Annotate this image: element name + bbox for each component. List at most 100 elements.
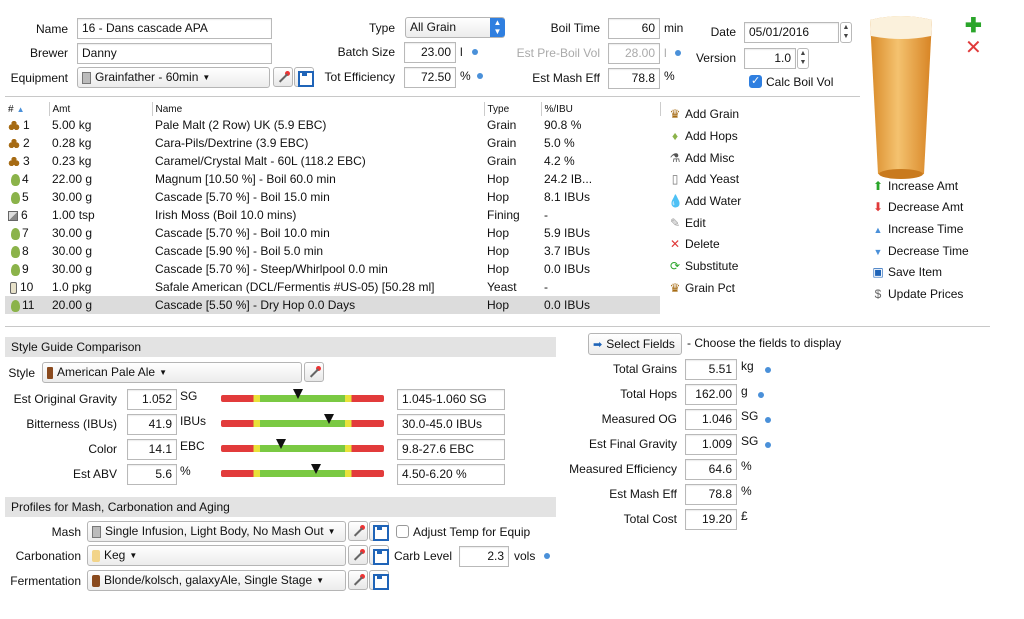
style-metric-label: Est ABV: [72, 467, 117, 481]
add-water-action[interactable]: 💧 Add Water: [668, 194, 741, 208]
row-type: Grain: [487, 136, 517, 150]
efficiency-label: Tot Efficiency: [324, 70, 395, 84]
row-name: Irish Moss (Boil 10.0 mins): [155, 208, 297, 222]
style-metric-unit: SG: [180, 389, 198, 403]
column-header-num[interactable]: # ▲: [5, 102, 50, 116]
table-row[interactable]: 1 5.00 kg Pale Malt (2 Row) UK (5.9 EBC) Gr…: [5, 116, 660, 134]
mash-eff-input[interactable]: 78.8: [608, 68, 660, 89]
carb-wand-button[interactable]: [348, 545, 368, 565]
efficiency-input[interactable]: 72.50: [404, 67, 456, 88]
carb-info-dot[interactable]: [544, 553, 550, 559]
row-num: 10: [20, 280, 34, 294]
mash-save-button[interactable]: [369, 521, 389, 541]
grain-pct-action[interactable]: ♛ Grain Pct: [668, 281, 735, 295]
carb-level-input[interactable]: 2.3: [459, 546, 509, 567]
style-range-value: 9.8-27.6 EBC: [397, 439, 505, 460]
delete-action[interactable]: ✕ Delete: [668, 237, 720, 251]
style-range-bar: [221, 470, 384, 477]
efficiency-info-dot[interactable]: [477, 73, 483, 79]
edit-action[interactable]: ✎ Edit: [668, 216, 706, 230]
version-label: Version: [695, 51, 736, 65]
style-metric-value: 14.1: [127, 439, 177, 460]
carb-level-unit: vols: [514, 549, 536, 563]
kettle-icon: [82, 71, 91, 84]
carbonation-select[interactable]: Keg ▼: [87, 545, 346, 566]
save-item-action[interactable]: ▣ Save Item: [871, 265, 942, 279]
select-fields-button[interactable]: ➡ Select Fields: [588, 333, 682, 355]
style-metric-unit: IBUs: [180, 414, 207, 428]
add-yeast-action[interactable]: ▯ Add Yeast: [668, 172, 739, 186]
triangle-down-icon: ▼: [873, 247, 883, 257]
field-value: 1.046: [685, 409, 737, 430]
style-select[interactable]: American Pale Ale ▼: [42, 362, 302, 383]
add-misc-action[interactable]: ⚗ Add Misc: [668, 151, 735, 165]
table-row[interactable]: 7 30.00 g Cascade [5.70 %] - Boil 10.0 min…: [5, 224, 660, 242]
grain-icon: [8, 155, 20, 168]
adjust-temp-checkbox[interactable]: [396, 525, 409, 538]
brewer-input[interactable]: Danny: [77, 43, 272, 64]
row-name: Cascade [5.90 %] - Boil 5.0 min: [155, 244, 324, 258]
batch-size-input[interactable]: 23.00: [404, 42, 456, 63]
equipment-select[interactable]: Grainfather - 60min ▼: [77, 67, 270, 88]
carbonation-label: Carbonation: [15, 549, 81, 563]
field-info-dot[interactable]: [758, 392, 764, 398]
row-type: Hop: [487, 172, 510, 186]
column-header-name[interactable]: Name: [152, 102, 485, 116]
date-input[interactable]: 05/01/2016: [744, 22, 839, 43]
fermentation-select[interactable]: Blonde/kolsch, galaxyAle, Single Stage ▼: [87, 570, 346, 591]
row-pct-ibu: 8.1 IBUs: [544, 190, 591, 204]
row-amount: 30.00 g: [52, 190, 93, 204]
update-prices-action[interactable]: $ Update Prices: [871, 287, 964, 301]
row-num: 7: [22, 226, 29, 240]
calc-boil-checkbox[interactable]: [749, 74, 762, 88]
table-row[interactable]: 6 1.00 tsp Irish Moss (Boil 10.0 mins) Fini…: [5, 206, 660, 224]
preboil-info-dot[interactable]: [675, 50, 681, 56]
column-header-type[interactable]: Type: [484, 102, 542, 116]
version-input[interactable]: 1.0: [744, 48, 796, 69]
boil-time-input[interactable]: 60: [608, 18, 660, 39]
table-row[interactable]: 10 1.0 pkg Safale American (DCL/Fermentis …: [5, 278, 660, 296]
version-stepper[interactable]: ▲ ▼: [797, 48, 809, 69]
substitute-action[interactable]: ⟳ Substitute: [668, 259, 738, 273]
increase-time-action[interactable]: ▲ Increase Time: [871, 222, 964, 236]
table-row[interactable]: 8 30.00 g Cascade [5.90 %] - Boil 5.0 min H…: [5, 242, 660, 260]
style-wand-button[interactable]: [304, 362, 324, 382]
field-label: Total Cost: [623, 512, 677, 526]
add-hops-action[interactable]: ♦ Add Hops: [668, 129, 738, 143]
field-info-dot[interactable]: [765, 442, 771, 448]
name-input[interactable]: 16 - Dans cascade APA: [77, 18, 272, 39]
table-row[interactable]: 4 22.00 g Magnum [10.50 %] - Boil 60.0 min…: [5, 170, 660, 188]
increase-amt-action[interactable]: ⬆ Increase Amt: [871, 179, 958, 193]
date-stepper[interactable]: ▲ ▼: [840, 22, 852, 43]
add-grain-action[interactable]: ♛ Add Grain: [668, 107, 739, 121]
table-row[interactable]: 9 30.00 g Cascade [5.70 %] - Steep/Whirlpo…: [5, 260, 660, 278]
field-value: 162.00: [685, 384, 737, 405]
table-row[interactable]: 3 0.23 kg Caramel/Crystal Malt - 60L (118.…: [5, 152, 660, 170]
ferm-save-button[interactable]: [369, 570, 389, 590]
field-label: Measured OG: [601, 412, 677, 426]
column-header-pct[interactable]: %/IBU: [541, 102, 661, 116]
mash-select[interactable]: Single Infusion, Light Body, No Mash Out…: [87, 521, 346, 542]
table-row[interactable]: 2 0.28 kg Cara-Pils/Dextrine (3.9 EBC) Grai…: [5, 134, 660, 152]
row-amount: 30.00 g: [52, 226, 93, 240]
table-row[interactable]: 11 20.00 g Cascade [5.50 %] - Dry Hop 0.0 …: [5, 296, 660, 314]
field-info-dot[interactable]: [765, 367, 771, 373]
preboil-input: 28.00: [608, 43, 660, 64]
chevron-down-icon: ▼: [202, 73, 211, 83]
style-range-bar: [221, 420, 384, 427]
delete-icon[interactable]: ✕: [965, 38, 982, 58]
ferm-wand-button[interactable]: [348, 570, 368, 590]
add-icon[interactable]: ✚: [965, 16, 982, 36]
equipment-wand-button[interactable]: [273, 67, 293, 87]
field-info-dot[interactable]: [765, 417, 771, 423]
arrow-down-icon: ⬇: [872, 200, 884, 214]
mash-wand-button[interactable]: [348, 521, 368, 541]
decrease-amt-action[interactable]: ⬇ Decrease Amt: [871, 200, 963, 214]
boil-time-unit: min: [664, 21, 684, 35]
column-header-amt[interactable]: Amt: [49, 102, 153, 116]
field-value: 1.009: [685, 434, 737, 455]
decrease-time-action[interactable]: ▼ Decrease Time: [871, 244, 969, 258]
carb-save-button[interactable]: [369, 545, 389, 565]
table-row[interactable]: 5 30.00 g Cascade [5.70 %] - Boil 15.0 min…: [5, 188, 660, 206]
batch-info-dot[interactable]: [472, 49, 478, 55]
